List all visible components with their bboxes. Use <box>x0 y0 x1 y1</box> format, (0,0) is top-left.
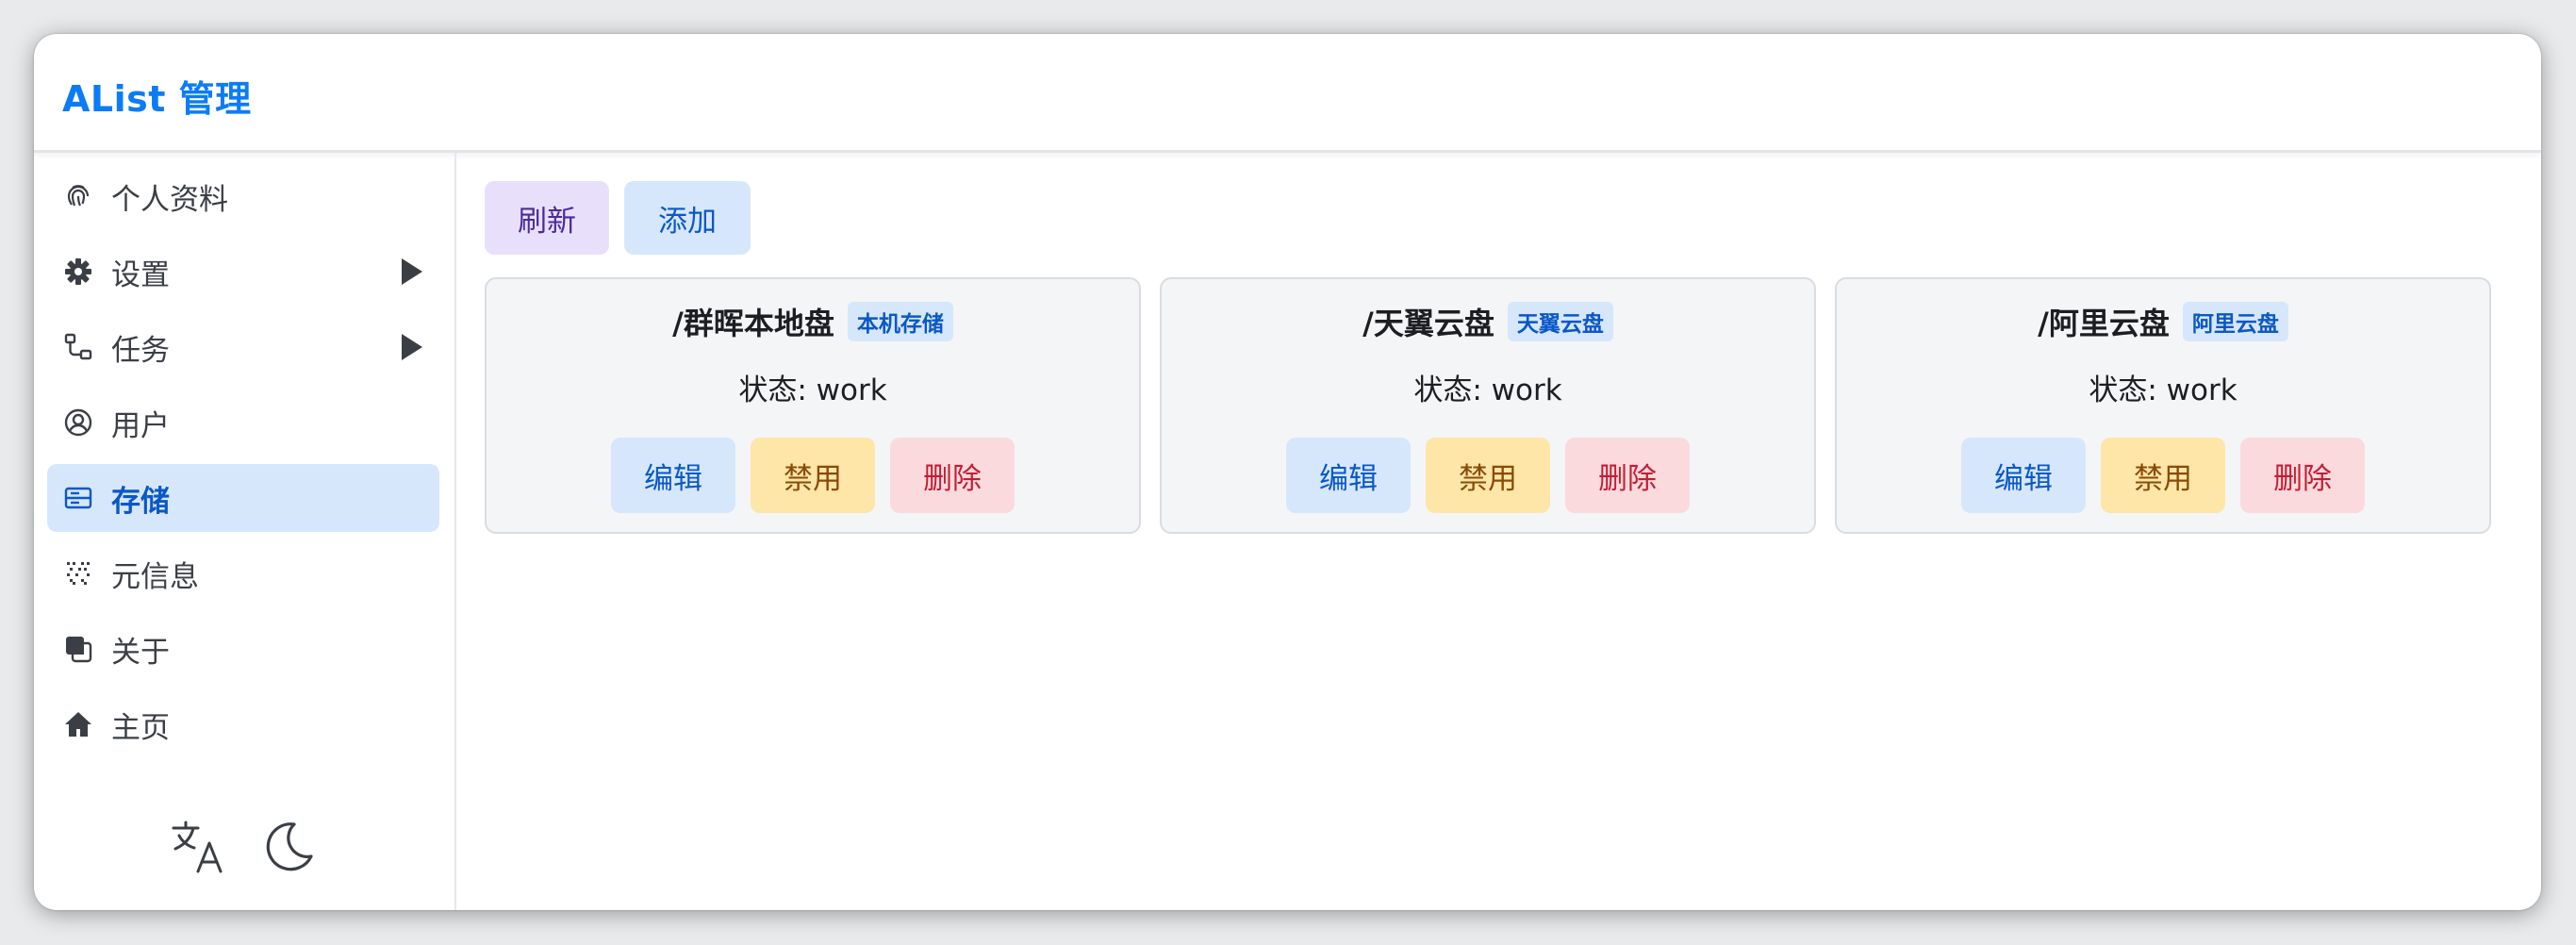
storage-card: /阿里云盘 阿里云盘 状态: work 编辑 禁用 删除 <box>1835 277 2491 534</box>
app-window: AList 管理 个人资料 设置 任务 用户 存储 元信息 关于 主页 刷新 添… <box>34 34 2541 910</box>
sidebar-footer <box>34 819 454 885</box>
edit-button[interactable]: 编辑 <box>611 438 735 513</box>
main-content: 刷新 添加 /群晖本地盘 本机存储 状态: work 编辑 禁用 删除 /天翼云… <box>454 153 2541 910</box>
edit-button[interactable]: 编辑 <box>1286 438 1411 513</box>
edit-button[interactable]: 编辑 <box>1961 438 2086 513</box>
storage-status: 状态: work <box>738 373 887 407</box>
expand-arrow-icon[interactable] <box>402 258 422 285</box>
storage-card: /群晖本地盘 本机存储 状态: work 编辑 禁用 删除 <box>485 277 1141 534</box>
header: AList 管理 <box>34 34 2541 153</box>
metadata-icon <box>62 557 94 589</box>
sidebar-item-label: 元信息 <box>111 559 199 594</box>
sidebar-item-storage[interactable]: 存储 <box>47 464 439 532</box>
sidebar-item-label: 任务 <box>111 333 170 368</box>
sidebar-item-label: 关于 <box>111 635 170 670</box>
storage-status: 状态: work <box>2089 373 2237 407</box>
storage-driver-badge: 阿里云盘 <box>2182 302 2288 341</box>
sidebar-item-label: 用户 <box>111 408 170 443</box>
add-storage-button[interactable]: 添加 <box>624 181 751 255</box>
storage-path: /天翼云盘 <box>1362 306 1494 341</box>
sidebar-item-users[interactable]: 用户 <box>47 389 439 456</box>
storage-path: /阿里云盘 <box>2038 306 2170 341</box>
sidebar-item-label: 个人资料 <box>111 182 228 217</box>
sidebar-item-label: 主页 <box>111 710 170 745</box>
sidebar-item-about[interactable]: 关于 <box>47 615 439 683</box>
sidebar-item-metadata[interactable]: 元信息 <box>47 539 439 607</box>
tasks-icon <box>62 331 94 363</box>
refresh-button[interactable]: 刷新 <box>485 181 609 255</box>
disable-button[interactable]: 禁用 <box>1426 438 1550 513</box>
about-icon <box>62 633 94 665</box>
sidebar: 个人资料 设置 任务 用户 存储 元信息 关于 主页 <box>34 153 456 910</box>
fingerprint-icon <box>62 180 94 212</box>
storage-status: 状态: work <box>1413 373 1562 407</box>
user-circle-icon <box>62 406 94 439</box>
storage-icon <box>62 482 94 514</box>
translate-icon[interactable] <box>170 819 226 875</box>
disable-button[interactable]: 禁用 <box>2101 438 2225 513</box>
sidebar-item-profile[interactable]: 个人资料 <box>47 162 439 230</box>
sidebar-item-tasks[interactable]: 任务 <box>47 313 439 381</box>
delete-button[interactable]: 删除 <box>2240 438 2365 513</box>
delete-button[interactable]: 删除 <box>890 438 1015 513</box>
disable-button[interactable]: 禁用 <box>751 438 875 513</box>
sidebar-item-label: 存储 <box>111 484 170 519</box>
gear-icon <box>62 256 94 288</box>
app-title[interactable]: AList 管理 <box>62 70 252 122</box>
home-icon <box>62 708 94 740</box>
storage-driver-badge: 天翼云盘 <box>1507 302 1613 341</box>
delete-button[interactable]: 删除 <box>1565 438 1690 513</box>
sidebar-item-settings[interactable]: 设置 <box>47 238 439 306</box>
expand-arrow-icon[interactable] <box>402 334 422 360</box>
sidebar-item-home[interactable]: 主页 <box>47 690 439 758</box>
storage-card: /天翼云盘 天翼云盘 状态: work 编辑 禁用 删除 <box>1160 277 1816 534</box>
sidebar-item-label: 设置 <box>111 257 170 292</box>
storage-driver-badge: 本机存储 <box>847 302 953 341</box>
moon-icon[interactable] <box>260 819 317 875</box>
storage-path: /群晖本地盘 <box>672 306 834 341</box>
